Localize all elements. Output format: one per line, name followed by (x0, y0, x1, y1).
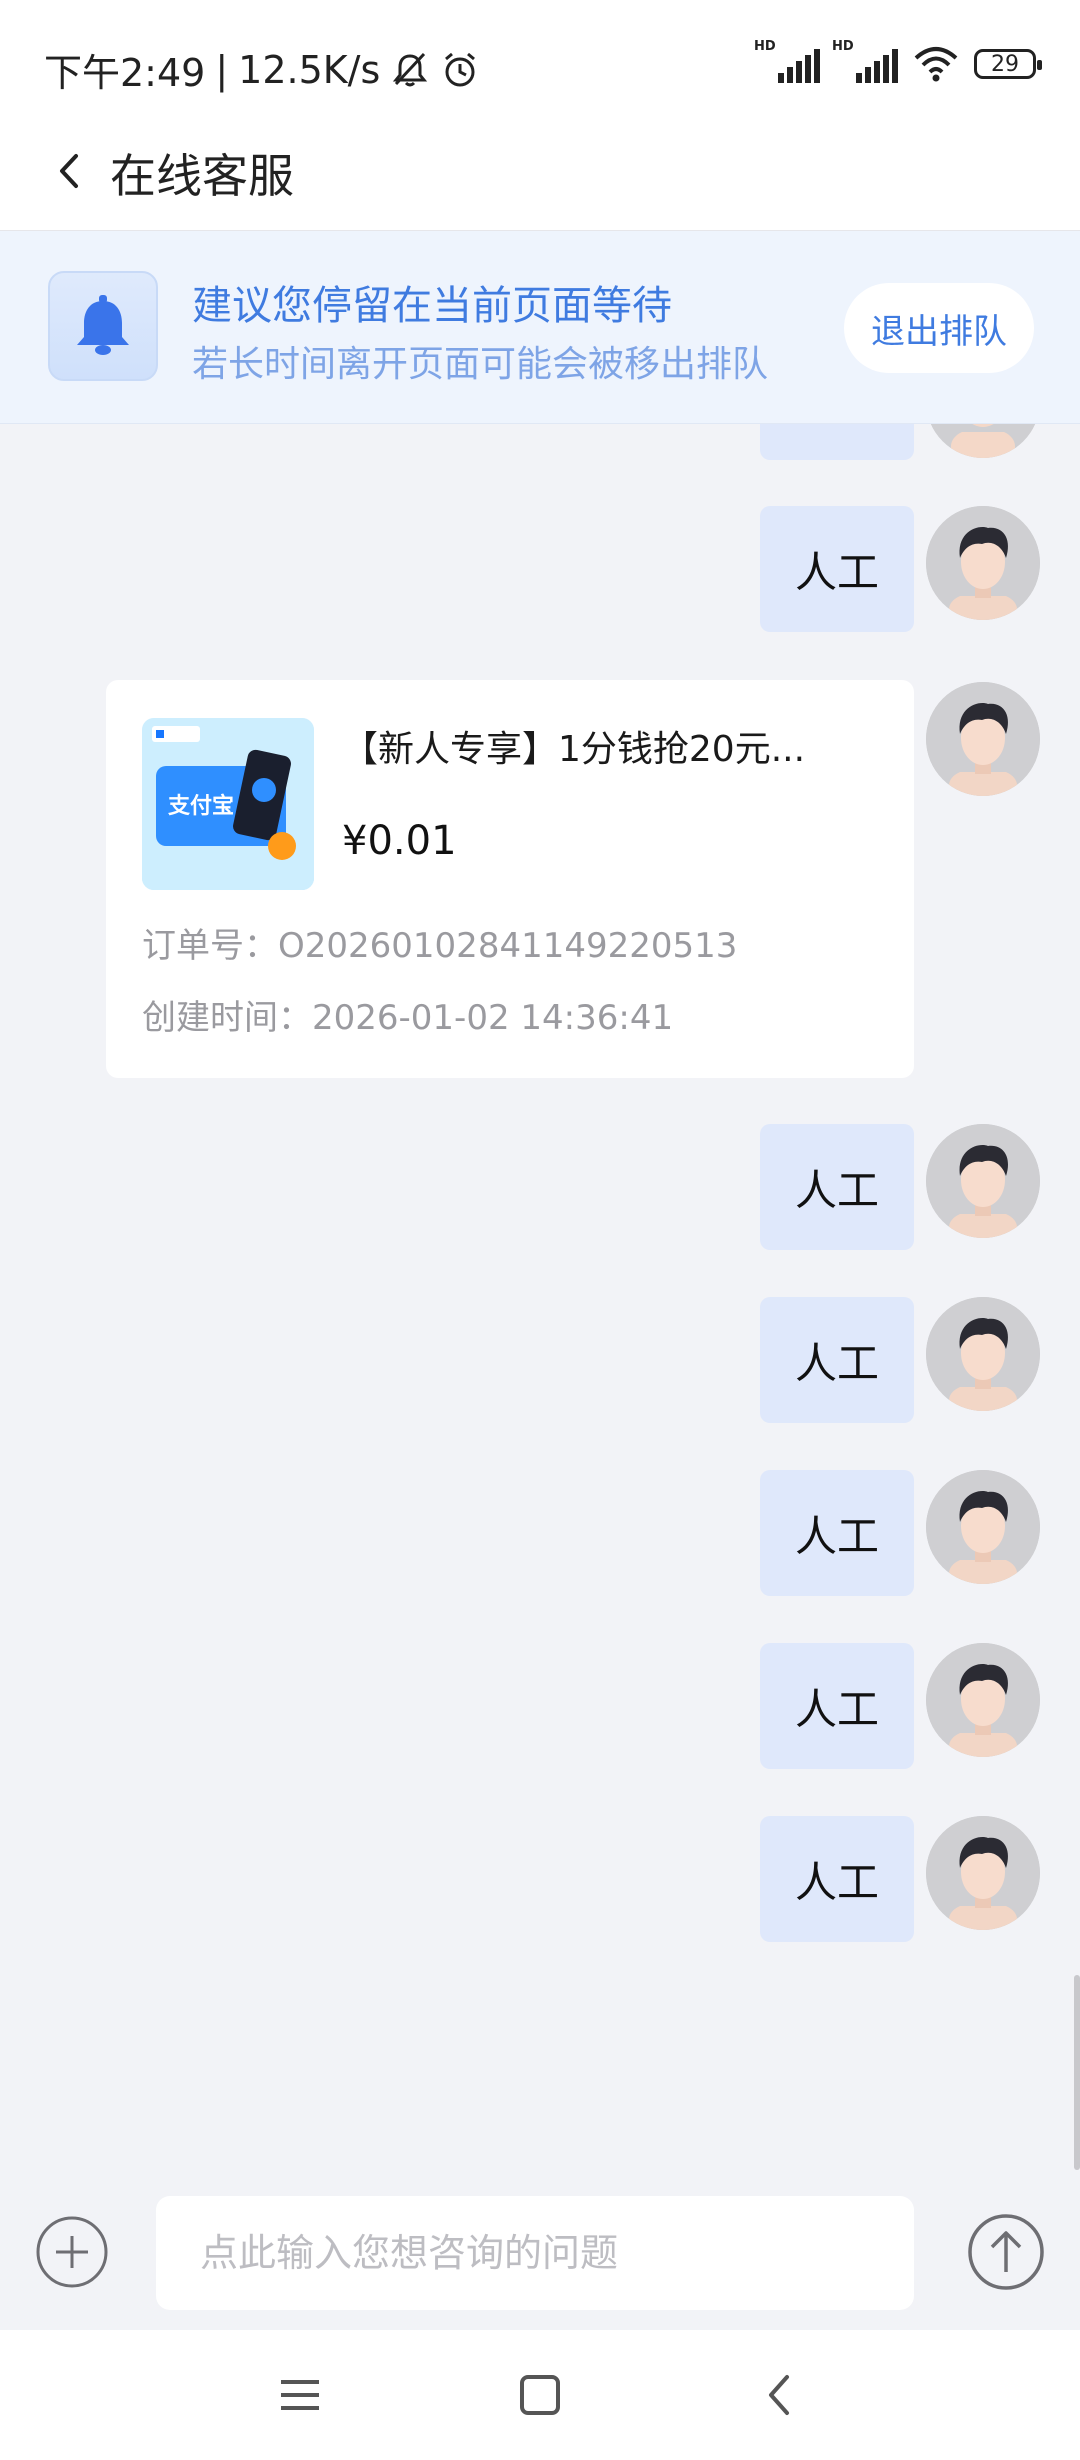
user-avatar[interactable] (926, 506, 1040, 620)
product-name: 【新人专享】1分钱抢20元... (342, 729, 806, 770)
notice-title: 建议您停留在当前页面等待 (192, 283, 672, 329)
app-header: 在线客服 (0, 110, 1080, 231)
product-thumbnail: 支付宝 (142, 718, 314, 890)
order-number: O20260102841149220513 (278, 926, 738, 966)
battery-level: 29 (991, 51, 1019, 77)
cellular-signal-icon: HD (754, 39, 820, 83)
page-title: 在线客服 (110, 149, 294, 203)
order-product-card[interactable]: 支付宝 【新人专享】1分钱抢20元... ¥0.01 订单号：O20260102… (106, 680, 914, 1078)
network-speed: 12.5K/s (238, 47, 381, 92)
notice-icon-box (48, 271, 158, 381)
exit-queue-button[interactable]: 退出排队 (844, 283, 1034, 373)
back-arrow-icon[interactable] (48, 146, 88, 196)
product-price: ¥0.01 (342, 818, 457, 864)
system-nav-bar (0, 2330, 1080, 2460)
user-avatar[interactable] (926, 682, 1040, 796)
user-avatar[interactable] (926, 1643, 1040, 1757)
back-icon[interactable] (755, 2370, 805, 2420)
message-input-bar (0, 2190, 1080, 2330)
user-message-bubble: 人工 (760, 1816, 914, 1942)
alarm-icon (445, 52, 476, 86)
user-avatar[interactable] (926, 1124, 1040, 1238)
wifi-icon (914, 47, 958, 82)
user-avatar[interactable] (926, 1816, 1040, 1930)
home-icon[interactable] (515, 2370, 565, 2420)
user-message-bubble: 人工 (760, 1643, 914, 1769)
user-avatar[interactable] (926, 1297, 1040, 1411)
user-avatar (926, 424, 1040, 458)
status-right: HD HD 29 (754, 39, 1042, 84)
status-separator: | (215, 47, 229, 92)
user-message-bubble: 人工 (760, 1124, 914, 1250)
user-message-bubble: 人工 (760, 1297, 914, 1423)
send-arrow-icon[interactable] (966, 2212, 1046, 2292)
created-time-row: 创建时间：2026-01-02 14:36:41 (142, 990, 673, 1039)
created-time-label: 创建时间： (142, 998, 312, 1038)
battery-icon: 29 (974, 49, 1042, 79)
bell-icon (77, 295, 129, 355)
user-message-bubble (760, 424, 914, 460)
chat-scrollbar[interactable] (1074, 1975, 1080, 2170)
signal-hd-label: HD (754, 39, 776, 54)
plus-icon[interactable] (34, 2214, 110, 2290)
user-avatar[interactable] (926, 1470, 1040, 1584)
user-message-bubble: 人工 (760, 506, 914, 632)
created-time: 2026-01-02 14:36:41 (312, 998, 674, 1038)
thumb-brand-text: 支付宝 (168, 794, 235, 819)
notice-subtitle: 若长时间离开页面可能会被移出排队 (192, 344, 769, 385)
bell-muted-icon (393, 52, 428, 86)
signal-hd-label: HD (832, 39, 854, 54)
user-message-bubble: 人工 (760, 1470, 914, 1596)
menu-icon[interactable] (275, 2370, 325, 2420)
order-number-label: 订单号： (142, 926, 278, 966)
chat-area[interactable]: 人工 支付宝 【新人专享】1分钱抢20元... ¥0.01 订单号：O20260… (0, 424, 1080, 2184)
message-input[interactable] (156, 2196, 914, 2310)
status-time: 下午2:49 (44, 51, 206, 95)
order-number-row: 订单号：O20260102841149220513 (142, 918, 737, 967)
status-left: 下午2:49 | 12.5K/s (44, 42, 480, 97)
cellular-signal-icon: HD (832, 39, 898, 83)
queue-notice-banner: 建议您停留在当前页面等待 若长时间离开页面可能会被移出排队 退出排队 (0, 231, 1080, 424)
